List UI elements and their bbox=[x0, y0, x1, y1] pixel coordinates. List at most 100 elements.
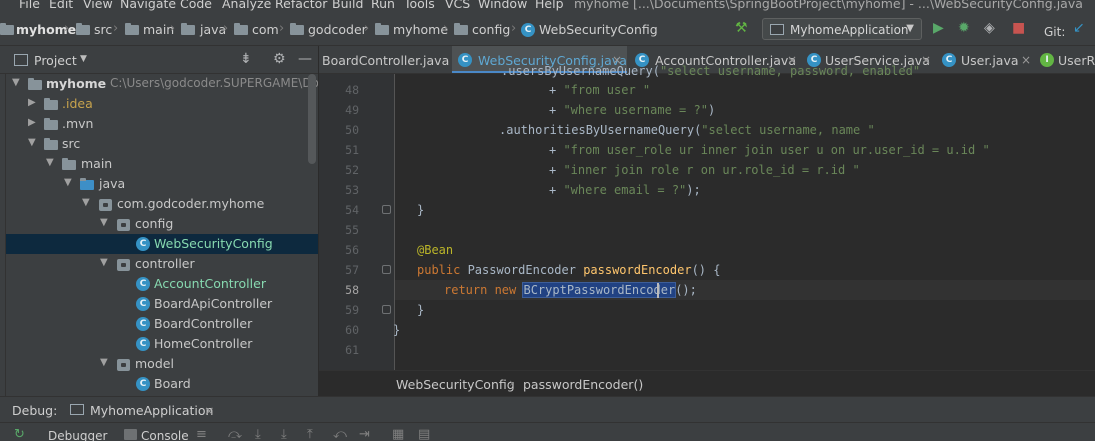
tree-item-config[interactable]: ▼ config bbox=[6, 214, 318, 234]
step-into-icon[interactable]: ⤓ bbox=[255, 427, 261, 441]
tree-item-idea[interactable]: ▶ .idea bbox=[6, 94, 318, 114]
force-step-into-icon[interactable]: ⤓ bbox=[281, 427, 287, 441]
nav-crumb-websecurityconfig[interactable]: WebSecurityConfig bbox=[539, 22, 658, 37]
tree-item-com-godcoder-myhome[interactable]: ▼ com.godcoder.myhome bbox=[6, 194, 318, 214]
menu-file[interactable]: File bbox=[19, 0, 40, 11]
close-icon[interactable]: × bbox=[204, 403, 214, 418]
menu-tools[interactable]: Tools bbox=[404, 0, 435, 11]
menu-analyze[interactable]: Analyze bbox=[222, 0, 271, 11]
debug-session-tab[interactable]: MyhomeApplication bbox=[90, 403, 213, 418]
expanded-arrow-icon[interactable]: ▼ bbox=[100, 257, 108, 268]
fold-marker[interactable] bbox=[382, 265, 391, 274]
debug-bug-icon[interactable]: ✹ bbox=[958, 21, 970, 35]
tree-item-main[interactable]: ▼ main bbox=[6, 154, 318, 174]
close-icon[interactable]: × bbox=[921, 53, 931, 67]
layout-icon[interactable]: ▤ bbox=[418, 427, 430, 441]
class-icon: C bbox=[458, 53, 472, 67]
git-label: Git: bbox=[1044, 25, 1066, 39]
project-panel-title[interactable]: Project bbox=[34, 53, 77, 68]
evaluate-icon[interactable]: ▦ bbox=[392, 427, 404, 441]
fold-marker[interactable] bbox=[382, 205, 391, 214]
tree-item-boardcontroller[interactable]: C BoardController bbox=[6, 314, 318, 334]
menu-window[interactable]: Window bbox=[478, 0, 527, 11]
expanded-arrow-icon[interactable]: ▼ bbox=[46, 157, 54, 168]
class-icon: C bbox=[942, 53, 956, 67]
rerun-icon[interactable]: ↻ bbox=[14, 427, 25, 441]
tree-item-src[interactable]: ▼ src bbox=[6, 134, 318, 154]
tab-user[interactable]: C User.java × bbox=[941, 46, 1039, 73]
tree-item-mvn[interactable]: ▶ .mvn bbox=[6, 114, 318, 134]
chevron-down-icon[interactable]: ▼ bbox=[80, 54, 87, 64]
breadcrumb-method[interactable]: passwordEncoder() bbox=[523, 377, 643, 392]
menu-icon[interactable]: ≡ bbox=[196, 427, 207, 441]
tree-item-websecurityconfig[interactable]: C WebSecurityConfig bbox=[6, 234, 318, 254]
hide-panel-icon[interactable]: — bbox=[298, 51, 312, 67]
menu-code[interactable]: Code bbox=[180, 0, 212, 11]
run-icon[interactable]: ▶ bbox=[933, 21, 944, 35]
collapse-all-icon[interactable]: ⇟ bbox=[240, 51, 252, 67]
expanded-arrow-icon[interactable]: ▼ bbox=[12, 77, 20, 88]
expanded-arrow-icon[interactable]: ▼ bbox=[64, 177, 72, 188]
menu-navigate[interactable]: Navigate bbox=[120, 0, 176, 11]
tree-item-model[interactable]: ▼ model bbox=[6, 354, 318, 374]
menu-edit[interactable]: Edit bbox=[49, 0, 73, 11]
expanded-arrow-icon[interactable]: ▼ bbox=[28, 137, 36, 148]
coverage-shield-icon[interactable]: ◈ bbox=[984, 21, 995, 35]
menu-view[interactable]: View bbox=[83, 0, 113, 11]
tree-item-myhome[interactable]: ▼ myhome C:\Users\godcoder.SUPERGAME\Doc bbox=[6, 74, 318, 94]
chevron-right-icon: › bbox=[223, 21, 229, 36]
build-hammer-icon[interactable]: ⚒ bbox=[735, 21, 748, 35]
breadcrumb-class[interactable]: WebSecurityConfig bbox=[396, 377, 515, 392]
project-scrollbar[interactable] bbox=[308, 74, 316, 164]
git-update-icon[interactable]: ↙ bbox=[1073, 21, 1085, 35]
tree-item-homecontroller[interactable]: C HomeController bbox=[6, 334, 318, 354]
nav-crumb-myhome-pkg[interactable]: myhome bbox=[393, 22, 448, 37]
fold-marker[interactable] bbox=[382, 305, 391, 314]
step-out-icon[interactable]: ⤒ bbox=[307, 427, 313, 441]
nav-crumb-src[interactable]: src bbox=[94, 22, 112, 37]
expanded-arrow-icon[interactable]: ▼ bbox=[82, 197, 90, 208]
tab-console[interactable]: Console bbox=[141, 429, 189, 441]
run-configuration-select[interactable]: MyhomeApplication ▼ bbox=[762, 18, 922, 40]
expanded-arrow-icon[interactable]: ▼ bbox=[100, 357, 108, 368]
tree-item-label: HomeController bbox=[154, 336, 253, 351]
run-to-cursor-icon[interactable]: ⇥ bbox=[359, 427, 370, 441]
tree-item-java[interactable]: ▼ java bbox=[6, 174, 318, 194]
line-number: 52 bbox=[345, 163, 359, 177]
menu-run[interactable]: Run bbox=[371, 0, 395, 11]
tab-userre[interactable]: I UserRe bbox=[1039, 46, 1095, 73]
tree-item-label: .idea bbox=[62, 96, 93, 111]
interface-icon: I bbox=[1040, 53, 1054, 67]
tree-item-board[interactable]: C Board bbox=[6, 374, 318, 394]
expanded-arrow-icon[interactable]: ▼ bbox=[100, 217, 108, 228]
code-editor[interactable] bbox=[395, 74, 1095, 370]
nav-crumb-godcoder[interactable]: godcoder bbox=[308, 22, 367, 37]
tree-item-label: AccountController bbox=[154, 276, 266, 291]
tab-boardcontroller[interactable]: BoardController.java bbox=[319, 46, 449, 73]
drop-frame-icon[interactable]: ⤺ bbox=[333, 427, 347, 441]
code-line-57: public PasswordEncoder passwordEncoder()… bbox=[417, 263, 721, 277]
menu-build[interactable]: Build bbox=[332, 0, 363, 11]
menu-help[interactable]: Help bbox=[535, 0, 564, 11]
gear-icon[interactable]: ⚙ bbox=[273, 51, 286, 67]
module-path: C:\Users\godcoder.SUPERGAME\Doc bbox=[110, 76, 318, 90]
line-number: 57 bbox=[345, 263, 359, 277]
tree-item-accountcontroller[interactable]: C AccountController bbox=[6, 274, 318, 294]
folder-icon bbox=[44, 98, 58, 110]
collapsed-arrow-icon[interactable]: ▶ bbox=[28, 97, 36, 108]
collapsed-arrow-icon[interactable]: ▶ bbox=[28, 117, 36, 128]
menu-refactor[interactable]: Refactor bbox=[275, 0, 327, 11]
stop-icon[interactable]: ■ bbox=[1012, 21, 1025, 35]
tree-item-controller[interactable]: ▼ controller bbox=[6, 254, 318, 274]
class-icon: C bbox=[136, 297, 150, 311]
nav-crumb-config[interactable]: config bbox=[472, 22, 510, 37]
tree-item-boardapicontroller[interactable]: C BoardApiController bbox=[6, 294, 318, 314]
tree-item-label: java bbox=[99, 176, 126, 191]
nav-crumb-com[interactable]: com bbox=[252, 22, 279, 37]
line-number: 56 bbox=[345, 243, 359, 257]
menu-vcs[interactable]: VCS bbox=[445, 0, 470, 11]
chevron-right-icon: › bbox=[364, 21, 370, 36]
step-over-icon[interactable]: ⤼ bbox=[228, 427, 242, 441]
close-icon[interactable]: × bbox=[1021, 53, 1031, 67]
tab-debugger[interactable]: Debugger bbox=[48, 429, 107, 441]
